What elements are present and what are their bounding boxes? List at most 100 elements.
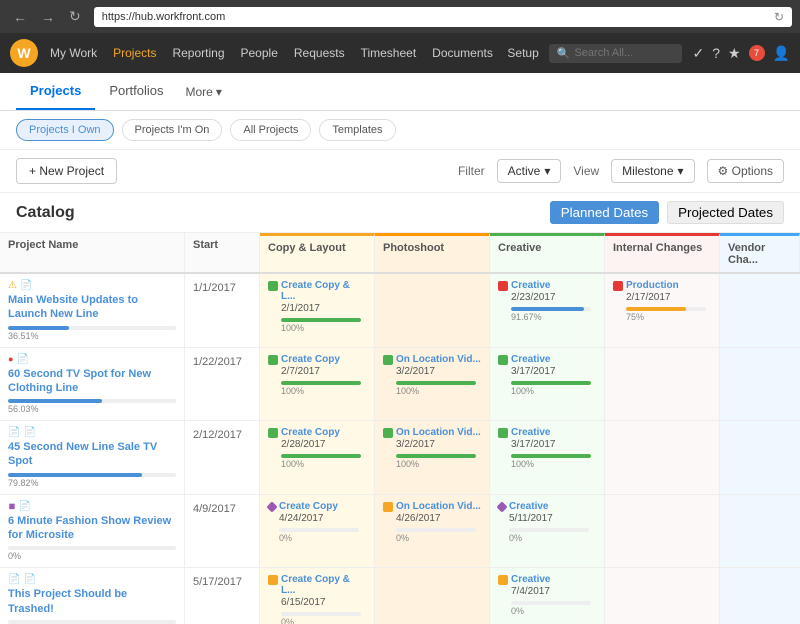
creative-name-5[interactable]: Creative (511, 574, 591, 585)
creative-icon-3 (498, 428, 508, 438)
copy-name-4[interactable]: Create Copy (279, 501, 359, 512)
filter-templates[interactable]: Templates (319, 119, 395, 141)
copy-pct-1: 100% (281, 323, 366, 333)
vendor-milestone-5 (720, 568, 800, 624)
options-button[interactable]: ⚙ Options (707, 159, 784, 183)
more-dropdown[interactable]: More ▾ (178, 75, 230, 109)
progress-2: 56.03% (8, 399, 176, 414)
internal-name-1[interactable]: Production (626, 280, 706, 291)
help-icon[interactable]: ? (712, 45, 720, 61)
back-button[interactable]: ← (8, 7, 32, 27)
column-headers: Project Name Start Copy & Layout Photosh… (0, 233, 800, 274)
projected-dates-toggle[interactable]: Projected Dates (667, 201, 784, 224)
copy-name-5[interactable]: Create Copy & L... (281, 574, 366, 596)
creative-milestone-1: Creative 2/23/2017 91.67% (490, 274, 605, 347)
view-dropdown[interactable]: Milestone ▾ (611, 159, 694, 183)
col-header-photo: Photoshoot (375, 233, 490, 272)
nav-requests[interactable]: Requests (294, 46, 345, 60)
photo-name-3[interactable]: On Location Vid... (396, 427, 481, 438)
copy-name-3[interactable]: Create Copy (281, 427, 361, 438)
project-name-5[interactable]: This Project Should be Trashed! (8, 587, 176, 616)
filter-label: Filter (458, 164, 485, 178)
filter-all-projects[interactable]: All Projects (230, 119, 311, 141)
photo-icon-3 (383, 428, 393, 438)
refresh-button[interactable]: ↻ (64, 6, 86, 27)
tab-projects[interactable]: Projects (16, 73, 95, 110)
copy-milestone-3: Create Copy 2/28/2017 100% (260, 421, 375, 494)
copy-date-4: 4/24/2017 (279, 513, 359, 524)
page-refresh-icon: ↻ (774, 10, 784, 24)
photo-name-4[interactable]: On Location Vid... (396, 501, 481, 512)
sub-nav: Projects Portfolios More ▾ (0, 73, 800, 111)
file-icon: 📄 (19, 501, 31, 512)
creative-milestone-5: Creative 7/4/2017 0% (490, 568, 605, 624)
creative-date-5: 7/4/2017 (511, 586, 591, 597)
start-cell-1: 1/1/2017 (185, 274, 260, 347)
search-box[interactable]: 🔍 (549, 44, 683, 63)
internal-milestone-2 (605, 348, 720, 421)
setup-link[interactable]: Setup (507, 46, 538, 60)
forward-button[interactable]: → (36, 7, 60, 27)
progress-5: 0% (8, 620, 176, 624)
notification-badge[interactable]: 7 (749, 45, 765, 61)
filter-projects-i-own[interactable]: Projects I Own (16, 119, 114, 141)
col-header-project: Project Name (0, 233, 185, 272)
col-header-start: Start (185, 233, 260, 272)
copy-name-1[interactable]: Create Copy & L... (281, 280, 366, 302)
project-name-3[interactable]: 45 Second New Line Sale TV Spot (8, 440, 176, 469)
project-cell-3: 📄 📄 45 Second New Line Sale TV Spot 79.8… (0, 421, 185, 494)
more-label: More (186, 85, 213, 99)
nav-projects[interactable]: Projects (113, 46, 156, 60)
photo-milestone-3: On Location Vid... 3/2/2017 100% (375, 421, 490, 494)
table-row: 📄 📄 45 Second New Line Sale TV Spot 79.8… (0, 421, 800, 495)
copy-pct-5: 0% (281, 617, 366, 624)
url-text: https://hub.workfront.com (102, 11, 226, 23)
creative-name-2[interactable]: Creative (511, 354, 591, 365)
vendor-milestone-1 (720, 274, 800, 347)
catalog-title: Catalog (16, 204, 75, 222)
project-name-1[interactable]: Main Website Updates to Launch New Line (8, 293, 176, 322)
project-cell-1: ⚠ 📄 Main Website Updates to Launch New L… (0, 274, 185, 347)
photo-icon-2 (383, 355, 393, 365)
photo-name-2[interactable]: On Location Vid... (396, 354, 481, 365)
creative-milestone-4: Creative 5/11/2017 0% (490, 495, 605, 568)
start-cell-4: 4/9/2017 (185, 495, 260, 568)
date-toggles: Planned Dates Projected Dates (550, 201, 784, 224)
checkmark-icon[interactable]: ✓ (692, 45, 704, 62)
red-circle-icon: ● (8, 354, 13, 364)
nav-people[interactable]: People (241, 46, 278, 60)
copy-milestone-4: Create Copy 4/24/2017 0% (260, 495, 375, 568)
project-name-4[interactable]: 6 Minute Fashion Show Review for Microsi… (8, 514, 176, 543)
view-value: Milestone (622, 164, 673, 178)
creative-date-3: 3/17/2017 (511, 439, 591, 450)
filter-dropdown[interactable]: Active ▾ (497, 159, 562, 183)
file-icon: 📄 (20, 280, 32, 291)
nav-documents[interactable]: Documents (432, 46, 493, 60)
photo-milestone-2: On Location Vid... 3/2/2017 100% (375, 348, 490, 421)
catalog-header: Catalog Planned Dates Projected Dates (0, 193, 800, 233)
project-name-2[interactable]: 60 Second TV Spot for New Clothing Line (8, 367, 176, 396)
copy-milestone-5: Create Copy & L... 6/15/2017 0% (260, 568, 375, 624)
table-row: ● 📄 60 Second TV Spot for New Clothing L… (0, 348, 800, 422)
top-nav: W My Work Projects Reporting People Requ… (0, 33, 800, 73)
warning-icon: ⚠ (8, 280, 17, 291)
new-project-button[interactable]: + New Project (16, 158, 117, 184)
creative-name-4[interactable]: Creative (509, 501, 589, 512)
creative-name-1[interactable]: Creative (511, 280, 591, 291)
nav-mywork[interactable]: My Work (50, 46, 97, 60)
user-icon[interactable]: 👤 (773, 45, 790, 62)
copy-date-3: 2/28/2017 (281, 439, 361, 450)
copy-milestone-1: Create Copy & L... 2/1/2017 100% (260, 274, 375, 347)
internal-pct-1: 75% (626, 312, 706, 322)
photo-pct-4: 0% (396, 533, 481, 543)
copy-name-2[interactable]: Create Copy (281, 354, 361, 365)
tab-portfolios[interactable]: Portfolios (95, 73, 177, 110)
creative-name-3[interactable]: Creative (511, 427, 591, 438)
planned-dates-toggle[interactable]: Planned Dates (550, 201, 659, 224)
search-input[interactable] (574, 47, 674, 59)
filter-projects-im-on[interactable]: Projects I'm On (122, 119, 223, 141)
nav-reporting[interactable]: Reporting (172, 46, 224, 60)
star-icon[interactable]: ★ (728, 45, 741, 62)
nav-timesheet[interactable]: Timesheet (361, 46, 417, 60)
address-bar[interactable]: https://hub.workfront.com ↻ (94, 7, 792, 27)
